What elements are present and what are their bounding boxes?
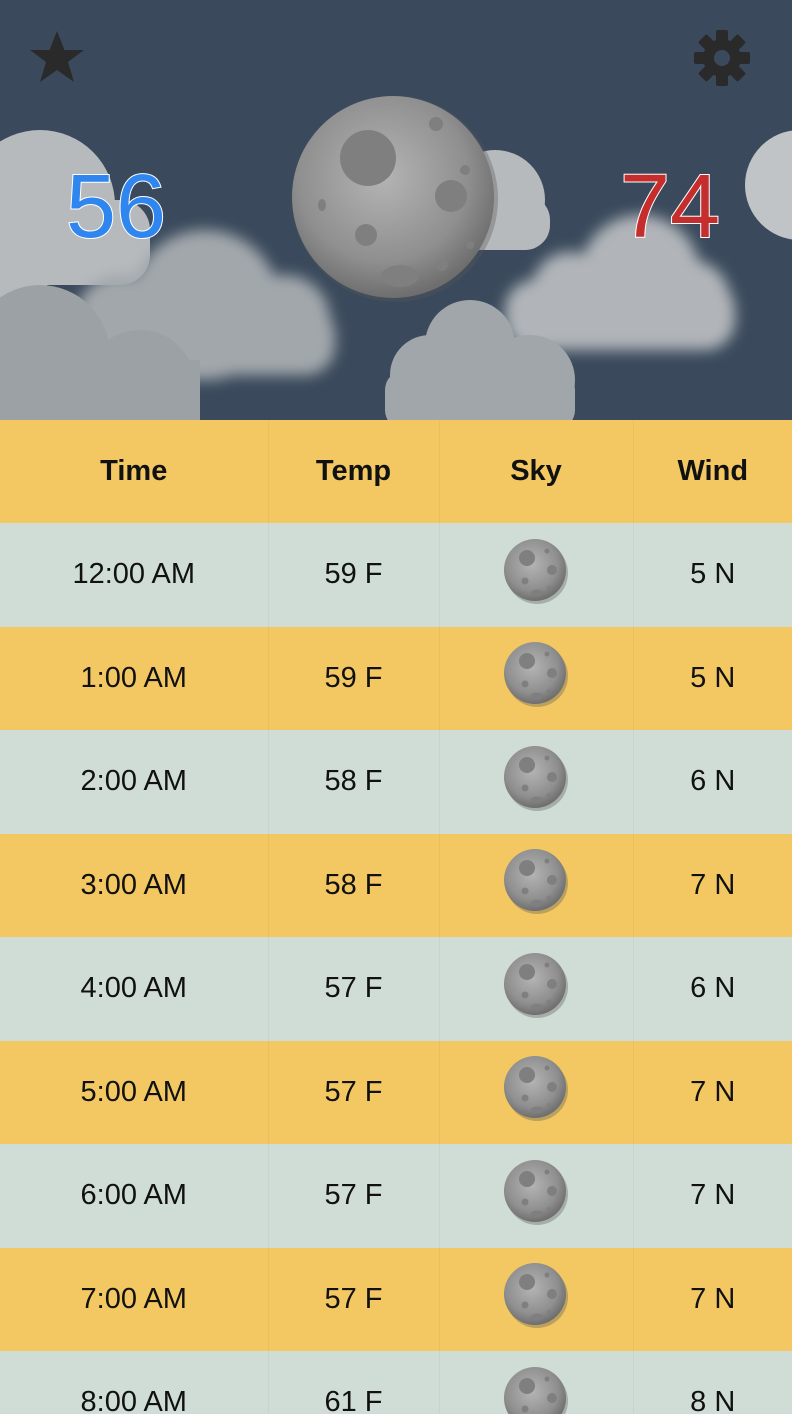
cell-sky — [439, 1144, 633, 1248]
cell-sky — [439, 626, 633, 730]
hourly-forecast-table: Time Temp Sky Wind 12:00 AM 59 F5 N 1:00 A… — [0, 420, 792, 1414]
cell-temp: 59 F — [268, 626, 439, 730]
cell-temp: 61 F — [268, 1351, 439, 1414]
settings-button[interactable] — [690, 26, 754, 90]
cell-sky — [439, 1351, 633, 1414]
moon-icon — [503, 952, 569, 1026]
moon-icon — [503, 538, 569, 612]
cell-time: 2:00 AM — [0, 730, 268, 834]
cell-sky — [439, 1040, 633, 1144]
cell-wind: 7 N — [633, 1247, 792, 1351]
table-row: 7:00 AM 57 F 7 N — [0, 1247, 792, 1351]
cell-temp: 59 F — [268, 523, 439, 627]
column-header-time: Time — [0, 420, 268, 523]
cell-wind: 7 N — [633, 1144, 792, 1248]
cell-temp: 57 F — [268, 937, 439, 1041]
cell-time: 7:00 AM — [0, 1247, 268, 1351]
cloud-far-right — [745, 130, 792, 240]
cell-time: 3:00 AM — [0, 833, 268, 937]
cell-time: 6:00 AM — [0, 1144, 268, 1248]
cell-sky — [439, 833, 633, 937]
cell-sky — [439, 523, 633, 627]
cell-sky — [439, 730, 633, 834]
cell-wind: 6 N — [633, 937, 792, 1041]
table-header-row: Time Temp Sky Wind — [0, 420, 792, 523]
cell-time: 1:00 AM — [0, 626, 268, 730]
cell-sky — [439, 1247, 633, 1351]
table-row: 12:00 AM 59 F 5 N — [0, 523, 792, 627]
cell-wind: 7 N — [633, 833, 792, 937]
table-row: 5:00 AM 57 F 7 N — [0, 1040, 792, 1144]
weather-app: 56 74 Time Temp Sky Wind 12:00 AM 59 F 5 N… — [0, 0, 796, 1414]
table-row: 8:00 AM 61 F 8 N — [0, 1351, 792, 1414]
cell-wind: 6 N — [633, 730, 792, 834]
star-icon — [30, 31, 84, 82]
low-temperature: 56 — [65, 157, 167, 257]
forecast-rows: 12:00 AM 59 F5 N 1:00 AM 59 F5 N 2:00 AM 58 F… — [0, 523, 792, 1414]
moon-icon — [503, 1159, 569, 1233]
cell-wind: 7 N — [633, 1040, 792, 1144]
table-row: 1:00 AM 59 F 5 N — [0, 626, 792, 730]
cell-time: 8:00 AM — [0, 1351, 268, 1414]
gear-icon — [694, 30, 750, 86]
cell-time: 12:00 AM — [0, 523, 268, 627]
cell-wind: 8 N — [633, 1351, 792, 1414]
moon-icon — [503, 1262, 569, 1336]
moon-icon — [503, 1366, 569, 1414]
cell-wind: 5 N — [633, 626, 792, 730]
cell-temp: 58 F — [268, 833, 439, 937]
table-row: 3:00 AM 58 F 7 N — [0, 833, 792, 937]
moon-icon — [503, 745, 569, 819]
high-temperature: 74 — [619, 157, 721, 257]
table-row: 6:00 AM 57 F 7 N — [0, 1144, 792, 1248]
moon-icon — [503, 1055, 569, 1129]
column-header-sky: Sky — [439, 420, 633, 523]
cell-time: 4:00 AM — [0, 937, 268, 1041]
cell-temp: 58 F — [268, 730, 439, 834]
table-row: 2:00 AM 58 F 6 N — [0, 730, 792, 834]
column-header-temp: Temp — [268, 420, 439, 523]
moon-icon — [503, 848, 569, 922]
moon-graphic — [292, 96, 498, 302]
moon-icon — [503, 641, 569, 715]
weather-header: 56 74 — [0, 0, 792, 420]
cell-sky — [439, 937, 633, 1041]
cell-temp: 57 F — [268, 1144, 439, 1248]
table-row: 4:00 AM 57 F 6 N — [0, 937, 792, 1041]
cell-time: 5:00 AM — [0, 1040, 268, 1144]
favorite-button[interactable] — [25, 26, 89, 90]
column-header-wind: Wind — [633, 420, 792, 523]
cell-wind: 5 N — [633, 523, 792, 627]
cell-temp: 57 F — [268, 1040, 439, 1144]
cell-temp: 57 F — [268, 1247, 439, 1351]
